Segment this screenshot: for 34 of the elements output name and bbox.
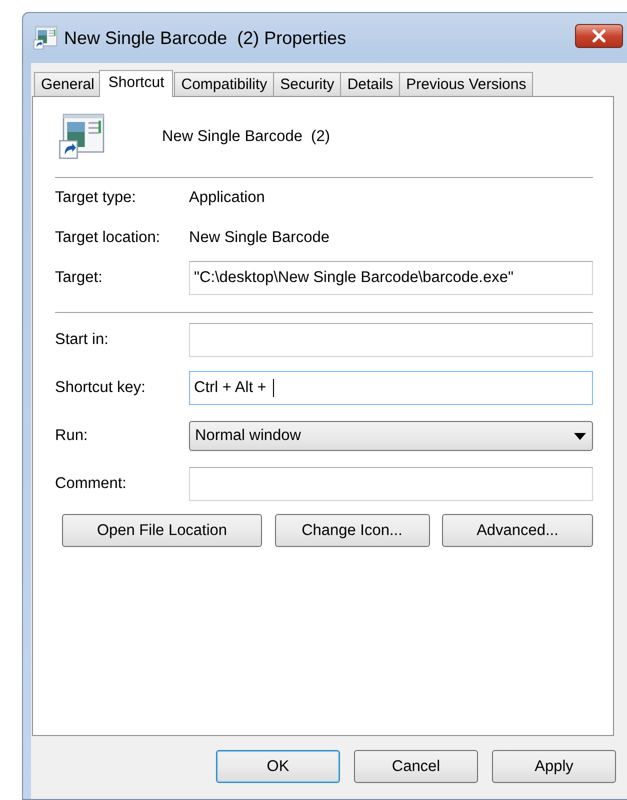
- shortcut-name: New Single Barcode (2): [162, 128, 330, 146]
- shortcut-icon: [32, 25, 58, 51]
- text-cursor: [272, 379, 274, 397]
- action-button[interactable]: Advanced...: [442, 514, 593, 547]
- window-title: New Single Barcode (2) Properties: [64, 28, 348, 48]
- run-dropdown[interactable]: Normal window: [189, 421, 593, 451]
- input-field[interactable]: [189, 467, 593, 501]
- tab[interactable]: General: [34, 72, 102, 96]
- action-button[interactable]: Open File Location: [62, 514, 262, 547]
- tab[interactable]: Previous Versions: [399, 72, 534, 96]
- tab[interactable]: Shortcut: [99, 70, 174, 97]
- field-label: Shortcut key:: [55, 379, 146, 397]
- dialog-button[interactable]: Apply: [492, 750, 616, 783]
- action-button[interactable]: Change Icon...: [274, 514, 430, 547]
- field-label: Target type:: [55, 189, 137, 207]
- dialog-button[interactable]: OK: [216, 750, 340, 783]
- input-field[interactable]: Ctrl + Alt +: [189, 371, 593, 405]
- field-value: New Single Barcode: [189, 229, 330, 247]
- shortcut-icon: [56, 112, 106, 162]
- target-field[interactable]: "C:\desktop\New Single Barcode\barcode.exe": [189, 261, 593, 295]
- tab[interactable]: Security: [273, 72, 342, 96]
- field-label: Run:: [55, 427, 89, 445]
- tab[interactable]: Compatibility: [174, 72, 274, 96]
- dialog-button[interactable]: Cancel: [354, 750, 478, 783]
- caret-icon: [574, 432, 586, 440]
- close-button[interactable]: [575, 24, 623, 48]
- field-label: Target location:: [55, 229, 162, 247]
- field-label: Comment:: [55, 475, 128, 493]
- tab[interactable]: Details: [340, 72, 400, 96]
- input-field[interactable]: [189, 323, 593, 357]
- field-label: Target:: [55, 269, 104, 287]
- field-value: Application: [189, 189, 265, 207]
- close-icon: [591, 29, 607, 43]
- field-label: Start in:: [55, 331, 110, 349]
